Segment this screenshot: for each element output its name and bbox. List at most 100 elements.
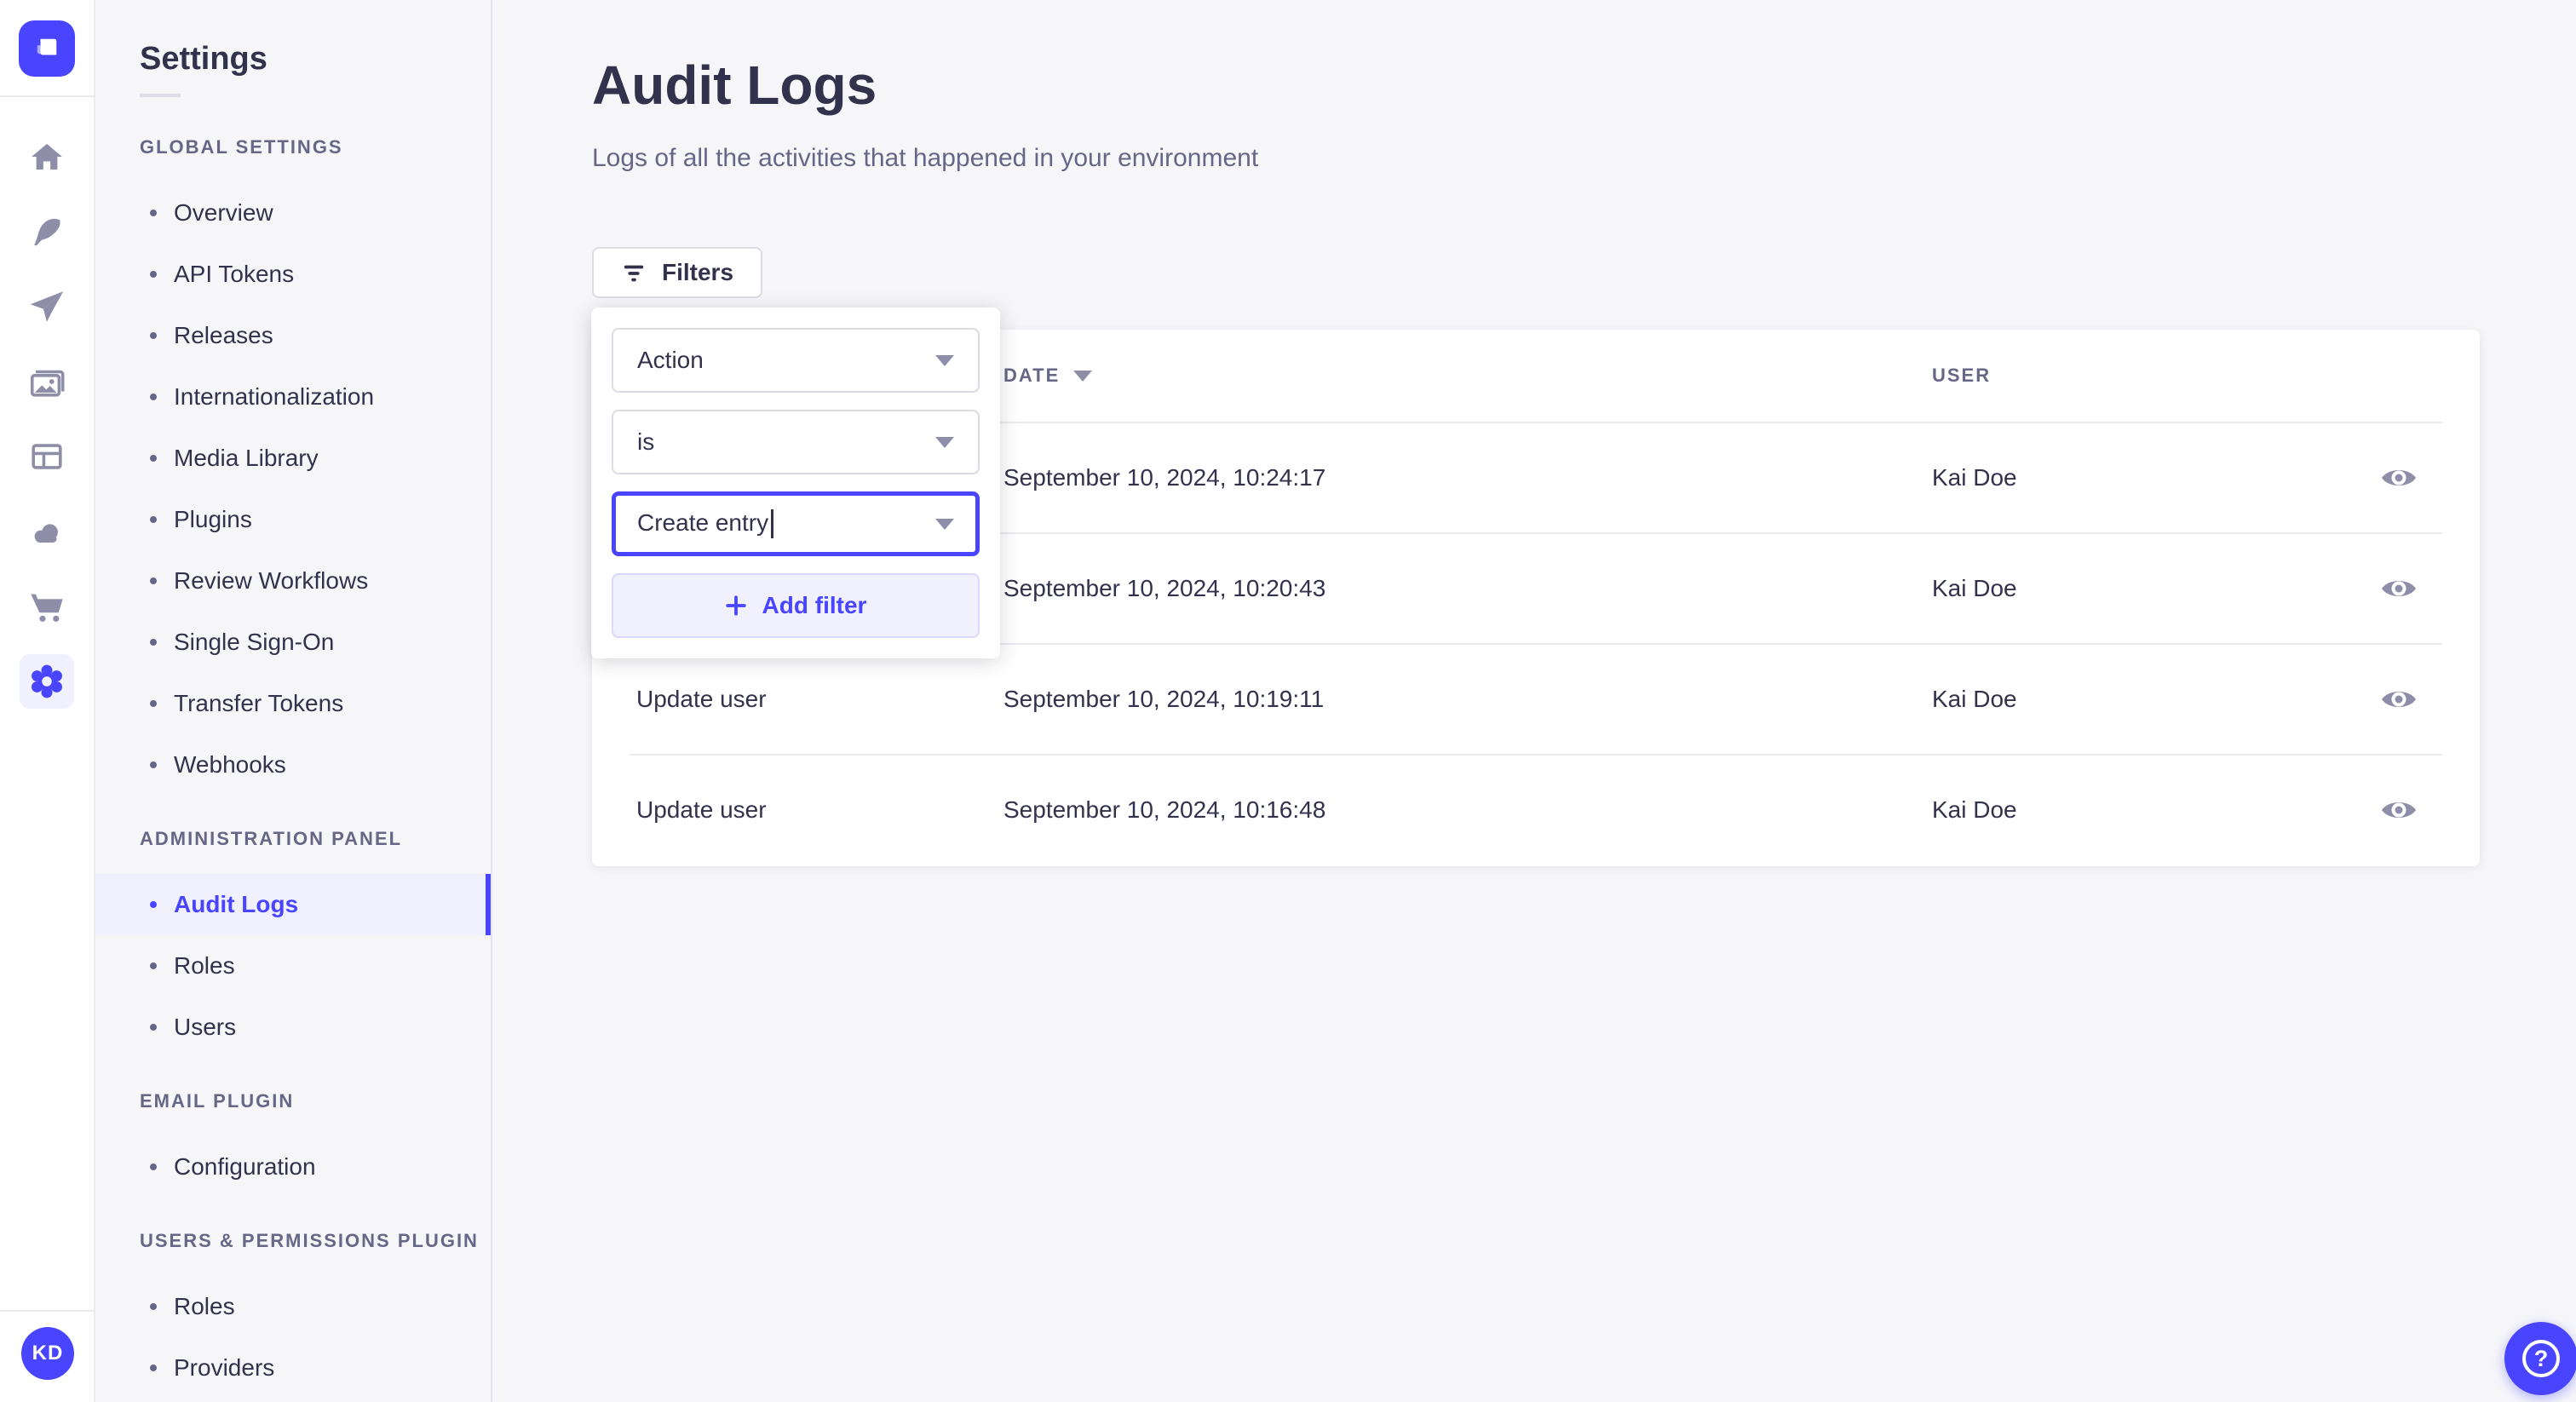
- sidebar-item-overview[interactable]: Overview: [95, 182, 491, 244]
- sidebar-item-releases[interactable]: Releases: [95, 305, 491, 366]
- app-root: KD Settings GLOBAL SETTINGS Overview API…: [0, 0, 2576, 1402]
- question-mark-icon: ?: [2522, 1340, 2560, 1377]
- row-action: Update user: [636, 686, 767, 712]
- sidebar-item-transfer-tokens[interactable]: Transfer Tokens: [95, 673, 491, 734]
- table-row[interactable]: Update user September 10, 2024, 10:16:48…: [592, 756, 2480, 865]
- row-user: Kai Doe: [1932, 464, 2017, 491]
- bullet-icon: [150, 210, 157, 216]
- filters-popover: Action is Create entry Add filter: [591, 307, 1000, 658]
- cloud-icon[interactable]: [11, 494, 83, 569]
- filter-value-combobox[interactable]: Create entry: [612, 491, 980, 556]
- feather-icon[interactable]: [11, 194, 83, 269]
- rail-bottom-divider: [0, 1310, 95, 1312]
- sidebar-item-admin-roles[interactable]: Roles: [95, 935, 491, 997]
- settings-subnav: Settings GLOBAL SETTINGS Overview API To…: [95, 0, 492, 1402]
- filter-icon: [624, 265, 644, 282]
- sidebar-item-internationalization[interactable]: Internationalization: [95, 366, 491, 428]
- rail-divider: [0, 95, 95, 97]
- bullet-icon: [150, 332, 157, 339]
- strapi-logo[interactable]: [19, 20, 75, 77]
- settings-gear-icon[interactable]: [11, 644, 83, 719]
- main-content: Audit Logs Logs of all the activities th…: [492, 0, 2576, 1402]
- subnav-divider: [140, 94, 181, 97]
- filters-button-label: Filters: [662, 259, 734, 285]
- users-permissions-list: Roles Providers: [95, 1276, 491, 1399]
- subnav-title: Settings: [140, 41, 267, 77]
- main-nav-rail: KD: [0, 0, 95, 1402]
- page-title: Audit Logs: [592, 55, 877, 116]
- filter-value-text: Create entry: [637, 509, 774, 539]
- bullet-icon: [150, 577, 157, 584]
- sidebar-item-plugins[interactable]: Plugins: [95, 489, 491, 550]
- home-icon[interactable]: [11, 119, 83, 194]
- bullet-icon: [150, 1164, 157, 1170]
- sidebar-item-webhooks[interactable]: Webhooks: [95, 734, 491, 796]
- media-library-icon[interactable]: [11, 344, 83, 419]
- sidebar-item-api-tokens[interactable]: API Tokens: [95, 244, 491, 305]
- bullet-icon: [150, 761, 157, 768]
- email-plugin-list: Configuration: [95, 1136, 491, 1198]
- filter-field-value: Action: [637, 347, 704, 373]
- sidebar-item-email-configuration[interactable]: Configuration: [95, 1136, 491, 1198]
- row-user: Kai Doe: [1932, 575, 2017, 601]
- chevron-down-icon: [935, 436, 954, 448]
- settings-active-pill: [20, 654, 74, 709]
- rail-bottom: KD: [0, 1310, 95, 1402]
- table-row[interactable]: Update user September 10, 2024, 10:19:11…: [592, 645, 2480, 754]
- filter-operator-value: is: [637, 428, 655, 455]
- content-manager-icon[interactable]: [11, 419, 83, 494]
- sidebar-item-review-workflows[interactable]: Review Workflows: [95, 550, 491, 612]
- view-details-eye-icon[interactable]: [2375, 682, 2423, 716]
- sidebar-item-up-providers[interactable]: Providers: [95, 1337, 491, 1399]
- section-users-permissions-plugin: USERS & PERMISSIONS PLUGIN: [140, 1230, 479, 1251]
- marketplace-cart-icon[interactable]: [11, 569, 83, 644]
- bullet-icon: [150, 962, 157, 969]
- administration-panel-list: Audit Logs Roles Users: [95, 874, 491, 1058]
- filter-operator-select[interactable]: is: [612, 410, 980, 474]
- sidebar-item-media-library[interactable]: Media Library: [95, 428, 491, 489]
- sidebar-item-admin-users[interactable]: Users: [95, 997, 491, 1058]
- sort-descending-icon: [1073, 370, 1093, 382]
- row-action: Update user: [636, 796, 767, 823]
- row-date: September 10, 2024, 10:16:48: [1003, 796, 1326, 823]
- column-header-user: USER: [1932, 365, 1992, 386]
- add-filter-label: Add filter: [762, 592, 867, 618]
- date-sort-button[interactable]: DATE: [1003, 365, 1932, 387]
- user-avatar[interactable]: KD: [21, 1327, 74, 1380]
- rail-icon-list: [11, 119, 83, 719]
- chevron-down-icon: [935, 518, 954, 530]
- help-button[interactable]: ?: [2504, 1322, 2576, 1395]
- page-subtitle: Logs of all the activities that happened…: [592, 144, 1259, 172]
- view-details-eye-icon[interactable]: [2375, 461, 2423, 495]
- sidebar-item-single-sign-on[interactable]: Single Sign-On: [95, 612, 491, 673]
- section-email-plugin: EMAIL PLUGIN: [140, 1090, 295, 1112]
- view-details-eye-icon[interactable]: [2375, 793, 2423, 827]
- bullet-icon: [150, 700, 157, 707]
- row-date: September 10, 2024, 10:20:43: [1003, 575, 1326, 601]
- sidebar-item-audit-logs[interactable]: Audit Logs: [95, 874, 491, 935]
- bullet-icon: [150, 1365, 157, 1371]
- filter-field-select[interactable]: Action: [612, 328, 980, 393]
- strapi-logo-icon: [37, 38, 57, 55]
- section-administration-panel: ADMINISTRATION PANEL: [140, 828, 403, 849]
- row-user: Kai Doe: [1932, 686, 2017, 712]
- sidebar-item-up-roles[interactable]: Roles: [95, 1276, 491, 1337]
- row-user: Kai Doe: [1932, 796, 2017, 823]
- bullet-icon: [150, 455, 157, 462]
- text-cursor: [771, 509, 774, 539]
- filters-button[interactable]: Filters: [592, 247, 763, 298]
- bullet-icon: [150, 1303, 157, 1310]
- bullet-icon: [150, 639, 157, 646]
- view-details-eye-icon[interactable]: [2375, 572, 2423, 606]
- row-date: September 10, 2024, 10:24:17: [1003, 464, 1326, 491]
- add-filter-button[interactable]: Add filter: [612, 573, 980, 638]
- column-header-date: DATE: [1003, 365, 1932, 387]
- row-date: September 10, 2024, 10:19:11: [1003, 686, 1325, 712]
- section-global-settings: GLOBAL SETTINGS: [140, 136, 343, 158]
- global-settings-list: Overview API Tokens Releases Internation…: [95, 182, 491, 796]
- bullet-icon: [150, 271, 157, 278]
- bullet-icon: [150, 1024, 157, 1031]
- paper-plane-icon[interactable]: [11, 269, 83, 344]
- plus-icon: [725, 595, 746, 616]
- bullet-icon: [150, 394, 157, 400]
